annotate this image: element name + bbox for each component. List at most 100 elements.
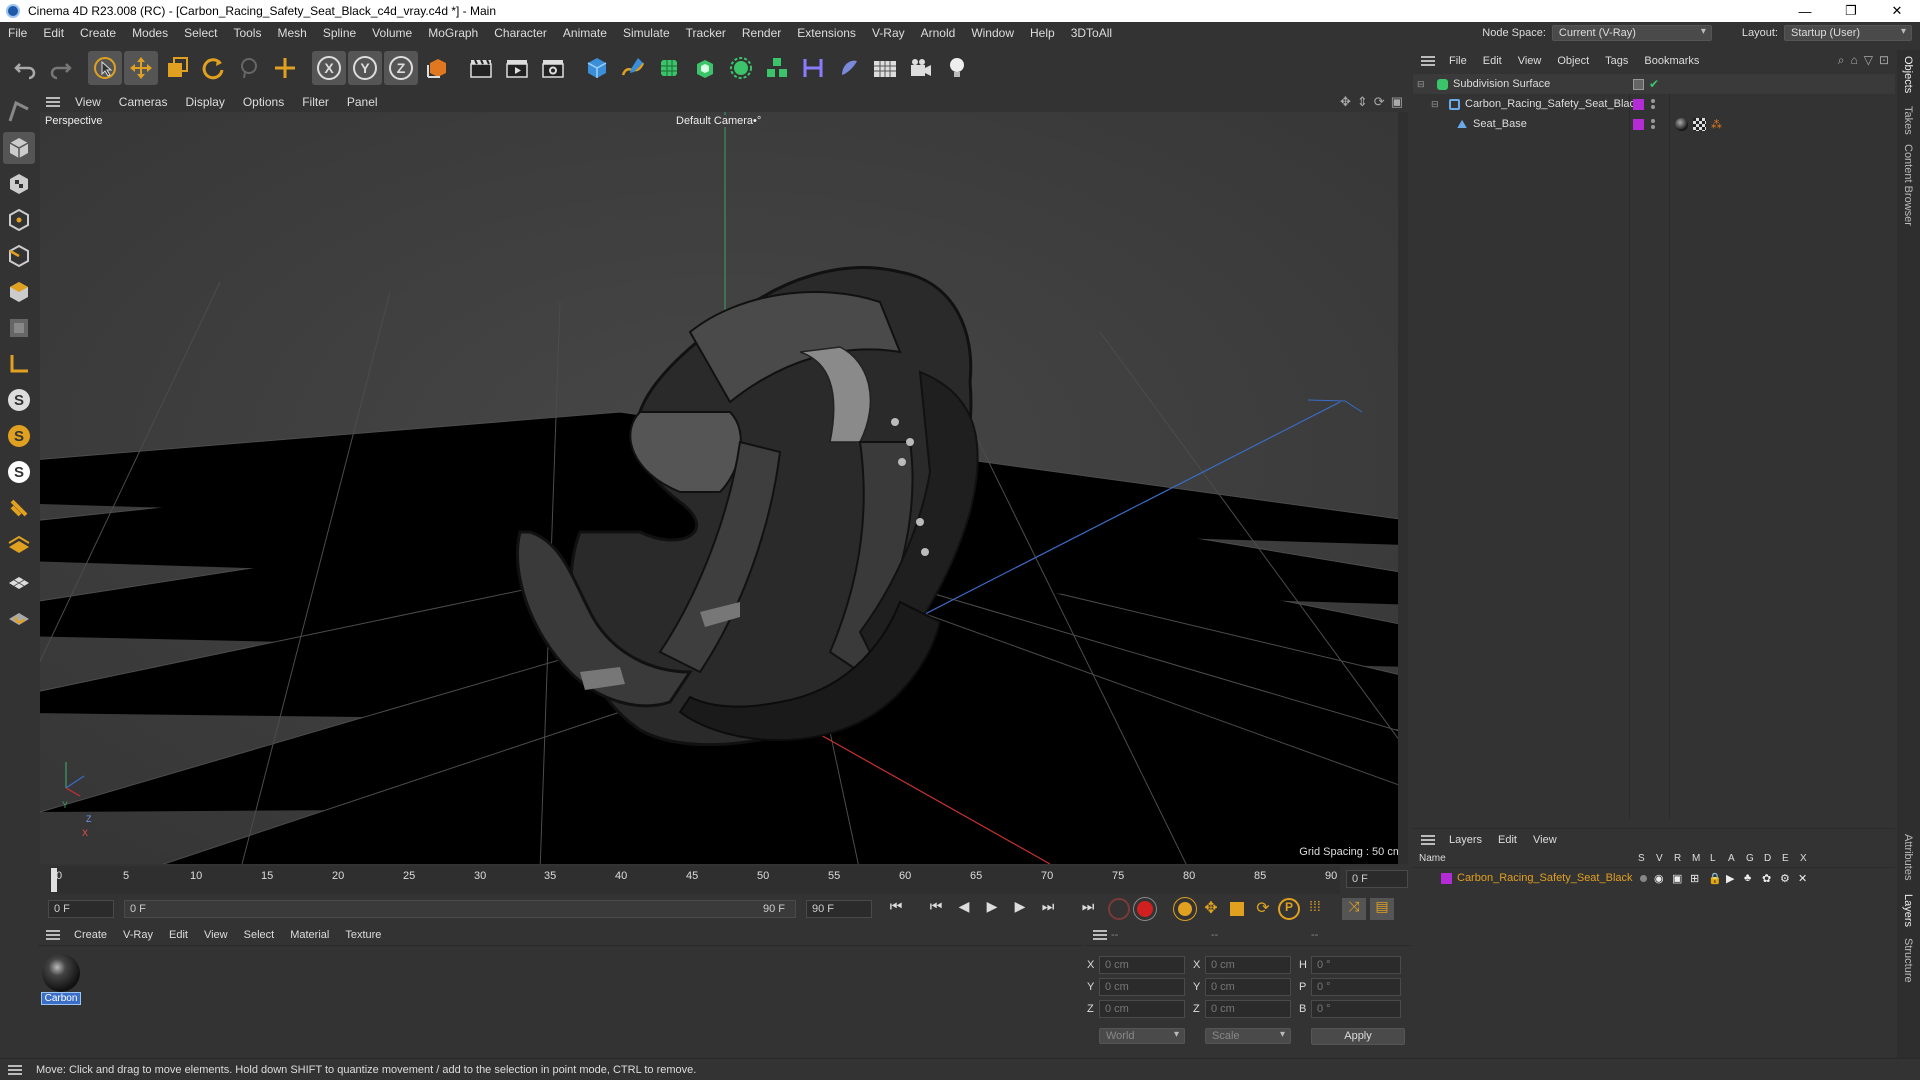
tab-attributes[interactable]: Attributes	[1902, 834, 1914, 880]
node-space-dropdown[interactable]: Current (V-Ray)	[1551, 25, 1712, 41]
render-picture-viewer-button[interactable]	[500, 51, 534, 85]
rot-h-field[interactable]: 0 °	[1311, 956, 1401, 974]
start-frame-field[interactable]: 0 F	[48, 900, 114, 918]
scale-tool-button[interactable]	[160, 51, 194, 85]
extrude-button[interactable]	[688, 51, 722, 85]
expand-icon[interactable]: ⊟	[1417, 79, 1425, 90]
goto-start-icon[interactable]: ⏮	[884, 898, 908, 915]
rot-p-field[interactable]: 0 °	[1311, 978, 1401, 996]
mat-menu-edit[interactable]: Edit	[161, 929, 196, 941]
tab-objects[interactable]: Objects	[1902, 56, 1914, 93]
status-hamburger-icon[interactable]	[8, 1064, 22, 1075]
object-row-subdivision[interactable]: ⊟ Subdivision Surface ✔	[1413, 74, 1895, 94]
menu-spline[interactable]: Spline	[315, 26, 364, 40]
viewport-pan-icon[interactable]: ✥	[1340, 94, 1351, 110]
deformer-icon[interactable]: ✿	[1762, 872, 1771, 885]
brush-button[interactable]	[3, 528, 35, 560]
viewport-menu-view[interactable]: View	[66, 95, 110, 109]
viewport-maximize-icon[interactable]: ▣	[1391, 94, 1403, 110]
menu-render[interactable]: Render	[734, 26, 789, 40]
prev-keyframe-icon[interactable]: ⏮	[924, 898, 948, 915]
y-axis-lock-button[interactable]: Y	[348, 51, 382, 85]
frame-range-slider[interactable]: 0 F 90 F	[124, 900, 796, 918]
object-hamburger-icon[interactable]	[1421, 56, 1435, 66]
visibility-dots-icon[interactable]	[1651, 119, 1655, 123]
obj-filter-icon[interactable]: ▽	[1864, 53, 1873, 68]
menu-select[interactable]: Select	[176, 26, 225, 40]
obj-menu-file[interactable]: File	[1441, 55, 1475, 67]
pen-spline-button[interactable]	[616, 51, 650, 85]
lock-icon[interactable]: 🔒	[1708, 872, 1722, 885]
timeline-window-icon[interactable]: ▤	[1370, 898, 1394, 920]
menu-vray[interactable]: V-Ray	[864, 26, 913, 40]
polygon-mode-button[interactable]	[3, 276, 35, 308]
menu-modes[interactable]: Modes	[124, 26, 176, 40]
xref-icon[interactable]: ✕	[1798, 872, 1807, 885]
menu-edit[interactable]: Edit	[35, 26, 72, 40]
layer-color-swatch[interactable]	[1633, 118, 1644, 130]
obj-menu-edit[interactable]: Edit	[1475, 55, 1510, 67]
viewport-dolly-icon[interactable]: ⇕	[1357, 94, 1368, 110]
coordinate-system-button[interactable]	[420, 51, 454, 85]
generator-icon[interactable]: ♣	[1744, 872, 1751, 884]
layer-menu-layers[interactable]: Layers	[1441, 834, 1490, 846]
obj-menu-object[interactable]: Object	[1549, 55, 1597, 67]
minimize-button[interactable]: —	[1782, 0, 1828, 22]
render-clapper-icon[interactable]: ▣	[1672, 872, 1682, 885]
render-settings-button[interactable]	[536, 51, 570, 85]
pos-z-field[interactable]: 0 cm	[1099, 1000, 1185, 1018]
mat-menu-texture[interactable]: Texture	[337, 929, 389, 941]
undo-button[interactable]	[8, 51, 42, 85]
next-frame-icon[interactable]: ▶	[1008, 898, 1032, 915]
vray-tag-icon[interactable]: ⁂	[1711, 118, 1722, 131]
redo-button[interactable]	[44, 51, 78, 85]
cloner-button[interactable]	[724, 51, 758, 85]
record-icon[interactable]	[1133, 897, 1157, 921]
menu-animate[interactable]: Animate	[555, 26, 615, 40]
next-keyframe-icon[interactable]: ⏭	[1036, 898, 1060, 915]
mograph-button[interactable]	[760, 51, 794, 85]
viewport-hamburger-icon[interactable]	[46, 97, 60, 107]
quantize-button[interactable]: S	[3, 456, 35, 488]
current-frame-field[interactable]: 0 F	[1346, 870, 1408, 888]
prev-frame-icon[interactable]: ◀	[952, 898, 976, 915]
select-tool-button[interactable]	[88, 51, 122, 85]
menu-window[interactable]: Window	[963, 26, 1022, 40]
layer-menu-edit[interactable]: Edit	[1490, 834, 1525, 846]
make-editable-button[interactable]	[3, 96, 35, 128]
tab-structure[interactable]: Structure	[1902, 938, 1914, 983]
coord-scale-dropdown[interactable]: Scale	[1205, 1028, 1291, 1044]
menu-mograph[interactable]: MoGraph	[420, 26, 486, 40]
pos-y-field[interactable]: 0 cm	[1099, 978, 1185, 996]
material-swatch[interactable]: Carbon	[41, 954, 81, 1008]
layer-box-icon[interactable]	[1633, 78, 1644, 90]
timeline-ruler[interactable]: 0 5 10 15 20 25 30 35 40 45 50 55 60 65 …	[38, 864, 1411, 896]
mat-menu-select[interactable]: Select	[236, 929, 283, 941]
x-axis-lock-button[interactable]: X	[312, 51, 346, 85]
viewport-menu-filter[interactable]: Filter	[293, 95, 338, 109]
maximize-button[interactable]: ❐	[1828, 0, 1874, 22]
light-button[interactable]	[940, 51, 974, 85]
mat-menu-vray[interactable]: V-Ray	[115, 929, 161, 941]
viewport-camera-label[interactable]: Default Camera•°	[676, 115, 762, 127]
expression-icon[interactable]: ⚙	[1780, 872, 1790, 885]
obj-menu-view[interactable]: View	[1510, 55, 1550, 67]
rot-b-field[interactable]: 0 °	[1311, 1000, 1401, 1018]
animation-play-icon[interactable]: ▶	[1726, 872, 1734, 885]
coord-hamburger-icon[interactable]	[1093, 929, 1107, 940]
menu-simulate[interactable]: Simulate	[615, 26, 678, 40]
mat-menu-view[interactable]: View	[196, 929, 236, 941]
edge-mode-button[interactable]	[3, 240, 35, 272]
size-y-field[interactable]: 0 cm	[1205, 978, 1291, 996]
last-tool-button[interactable]	[268, 51, 302, 85]
snap-button[interactable]: S	[3, 384, 35, 416]
menu-volume[interactable]: Volume	[364, 26, 420, 40]
snap-settings-button[interactable]: S	[3, 420, 35, 452]
workplane-button[interactable]	[3, 348, 35, 380]
viewport-menu-panel[interactable]: Panel	[338, 95, 387, 109]
keyframe-selection-icon[interactable]	[1173, 897, 1197, 921]
layout-dropdown[interactable]: Startup (User)	[1784, 25, 1912, 41]
menu-arnold[interactable]: Arnold	[913, 26, 964, 40]
key-param-icon[interactable]: P	[1278, 898, 1300, 920]
rotate-tool-button[interactable]	[196, 51, 230, 85]
